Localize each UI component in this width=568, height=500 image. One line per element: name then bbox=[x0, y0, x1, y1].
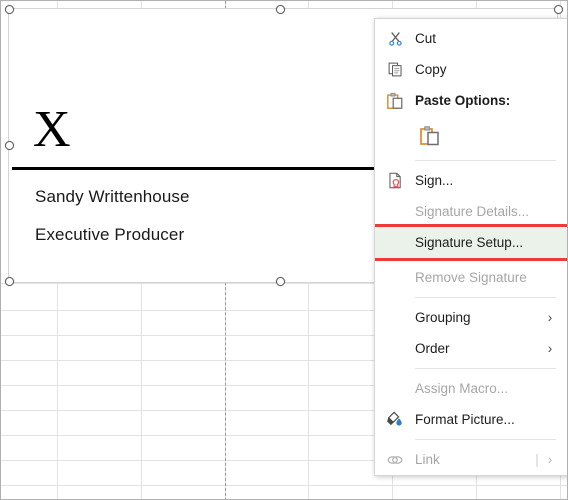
no-icon bbox=[375, 373, 415, 404]
menu-item-sign[interactable]: Sign... bbox=[375, 165, 567, 196]
menu-item-label: Remove Signature bbox=[415, 270, 527, 285]
menu-separator bbox=[415, 368, 556, 369]
chevron-right-icon: › bbox=[547, 310, 553, 325]
signer-title: Executive Producer bbox=[35, 225, 185, 244]
menu-item-copy[interactable]: Copy bbox=[375, 54, 567, 85]
menu-item-remove-signature: Remove Signature bbox=[375, 262, 567, 293]
link-chain-icon bbox=[375, 444, 415, 475]
menu-item-order[interactable]: Order › bbox=[375, 333, 567, 364]
menu-item-grouping[interactable]: Grouping › bbox=[375, 302, 567, 333]
menu-item-label: Order bbox=[415, 341, 450, 356]
menu-item-label: Format Picture... bbox=[415, 412, 515, 427]
menu-separator bbox=[415, 160, 556, 161]
chevron-right-icon: › bbox=[547, 452, 553, 467]
no-icon bbox=[375, 302, 415, 333]
menu-item-assign-macro: Assign Macro... bbox=[375, 373, 567, 404]
menu-item-signature-setup[interactable]: Signature Setup... bbox=[375, 227, 567, 258]
context-menu: Cut Copy Paste Options: Sign... Signatur… bbox=[374, 18, 567, 476]
signer-name: Sandy Writtenhouse bbox=[35, 187, 190, 206]
menu-item-label: Paste Options: bbox=[415, 93, 511, 108]
handle-middle-left[interactable] bbox=[5, 141, 14, 150]
menu-item-label: Signature Setup... bbox=[415, 235, 524, 250]
menu-item-cut[interactable]: Cut bbox=[375, 23, 567, 54]
clipboard-icon bbox=[375, 85, 415, 116]
menu-separator bbox=[415, 439, 556, 440]
menu-item-signature-details: Signature Details... bbox=[375, 196, 567, 227]
paste-keep-source-formatting-icon[interactable] bbox=[415, 121, 445, 151]
chevron-right-icon: › bbox=[547, 341, 553, 356]
handle-top-center[interactable] bbox=[276, 5, 285, 14]
menu-item-format-picture[interactable]: Format Picture... bbox=[375, 404, 567, 435]
grid-row-line bbox=[1, 485, 567, 486]
handle-top-right[interactable] bbox=[554, 5, 563, 14]
scissors-icon bbox=[375, 23, 415, 54]
menu-item-label: Copy bbox=[415, 62, 447, 77]
signature-setup-annotation-wrapper: Signature Setup... bbox=[375, 224, 567, 261]
menu-item-paste-options: Paste Options: bbox=[375, 85, 567, 116]
signature-rule-line bbox=[12, 167, 374, 170]
handle-top-left[interactable] bbox=[5, 5, 14, 14]
menu-item-label: Grouping bbox=[415, 310, 471, 325]
menu-item-label: Cut bbox=[415, 31, 437, 46]
no-icon bbox=[375, 227, 415, 258]
menu-separator bbox=[415, 297, 556, 298]
format-picture-icon bbox=[375, 404, 415, 435]
no-icon bbox=[375, 262, 415, 293]
no-icon bbox=[375, 196, 415, 227]
menu-item-link: Link | › bbox=[375, 444, 567, 475]
excel-worksheet-screen: X Sandy Writtenhouse Executive Producer bbox=[0, 0, 568, 500]
handle-bottom-center[interactable] bbox=[276, 277, 285, 286]
copy-icon bbox=[375, 54, 415, 85]
signature-x-mark: X bbox=[33, 101, 71, 158]
no-icon bbox=[375, 333, 415, 364]
sign-document-icon bbox=[375, 165, 415, 196]
handle-bottom-left[interactable] bbox=[5, 277, 14, 286]
menu-item-label: Signature Details... bbox=[415, 204, 530, 219]
menu-item-divider-pipe: | bbox=[535, 452, 539, 467]
menu-item-label: Sign... bbox=[415, 173, 454, 188]
menu-item-label: Assign Macro... bbox=[415, 381, 509, 396]
paste-options-gallery bbox=[375, 116, 567, 156]
menu-item-label: Link bbox=[415, 452, 440, 467]
